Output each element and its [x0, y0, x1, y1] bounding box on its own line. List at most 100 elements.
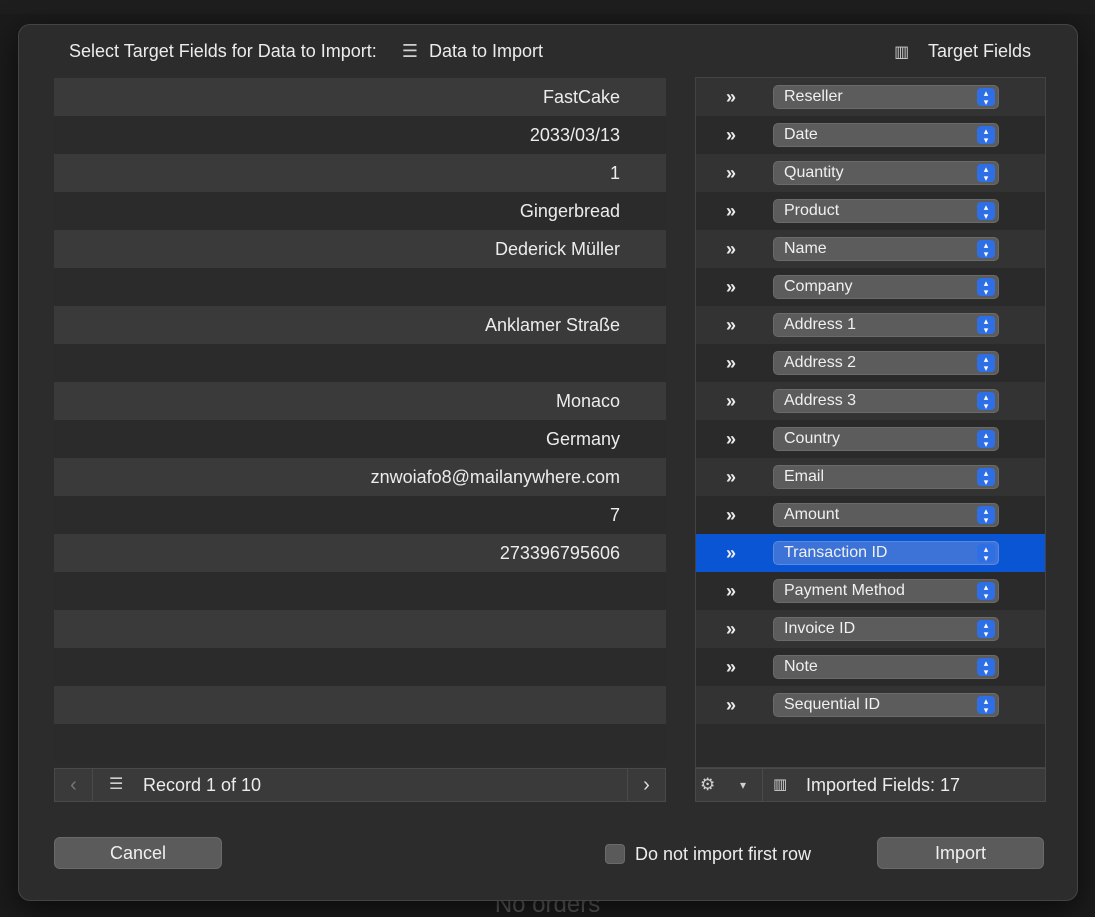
target-field-popup[interactable]: Product ▴ ▾: [773, 199, 999, 223]
import-button[interactable]: Import: [877, 837, 1044, 869]
data-to-import-list[interactable]: FastCake 2033/03/13 1 Gingerbread Dederick M…: [54, 78, 666, 768]
up-down-chevron-icon: ▴ ▾: [977, 430, 995, 449]
double-chevron-right-icon[interactable]: »: [726, 230, 736, 268]
data-row[interactable]: 273396795606: [54, 534, 666, 572]
up-down-chevron-icon: ▴ ▾: [977, 164, 995, 183]
target-row[interactable]: » Product ▴ ▾: [696, 192, 1045, 230]
chevron-left-icon[interactable]: ‹: [55, 769, 93, 801]
target-row[interactable]: » Address 2 ▴ ▾: [696, 344, 1045, 382]
double-chevron-right-icon[interactable]: »: [726, 268, 736, 306]
target-row[interactable]: » Email ▴ ▾: [696, 458, 1045, 496]
target-field-label: Quantity: [784, 164, 844, 181]
list-icon: ☰: [109, 776, 124, 793]
double-chevron-right-icon[interactable]: »: [726, 78, 736, 116]
background-window-strip: [0, 0, 1095, 14]
double-chevron-right-icon[interactable]: »: [726, 116, 736, 154]
target-field-popup[interactable]: Country ▴ ▾: [773, 427, 999, 451]
target-row[interactable]: » Sequential ID ▴ ▾: [696, 686, 1045, 724]
record-navigator: ‹ ☰ Record 1 of 10 ›: [54, 768, 666, 802]
double-chevron-right-icon[interactable]: »: [726, 306, 736, 344]
target-field-label: Transaction ID: [784, 544, 888, 561]
data-row[interactable]: Gingerbread: [54, 192, 666, 230]
double-chevron-right-icon[interactable]: »: [726, 534, 736, 572]
double-chevron-right-icon[interactable]: »: [726, 610, 736, 648]
target-field-popup[interactable]: Address 1 ▴ ▾: [773, 313, 999, 337]
target-row[interactable]: » Amount ▴ ▾: [696, 496, 1045, 534]
data-row[interactable]: [54, 268, 666, 306]
target-field-popup[interactable]: Payment Method ▴ ▾: [773, 579, 999, 603]
target-row[interactable]: » Transaction ID ▴ ▾: [696, 534, 1045, 572]
gear-icon[interactable]: ⚙: [700, 769, 715, 801]
columns-icon: ▥: [894, 44, 910, 61]
header-prompt: Select Target Fields for Data to Import:: [69, 41, 377, 61]
target-row[interactable]: » Country ▴ ▾: [696, 420, 1045, 458]
target-field-popup[interactable]: Address 3 ▴ ▾: [773, 389, 999, 413]
up-down-chevron-icon: ▴ ▾: [977, 468, 995, 487]
target-row[interactable]: » Reseller ▴ ▾: [696, 78, 1045, 116]
data-row[interactable]: [54, 572, 666, 610]
up-down-chevron-icon: ▴ ▾: [977, 658, 995, 677]
data-row[interactable]: [54, 344, 666, 382]
up-down-chevron-icon: ▴ ▾: [977, 88, 995, 107]
double-chevron-right-icon[interactable]: »: [726, 382, 736, 420]
skip-first-row-label[interactable]: Do not import first row: [635, 840, 811, 868]
chevron-down-icon[interactable]: ▾: [740, 769, 746, 801]
columns-icon: ▥: [773, 776, 788, 793]
up-down-chevron-icon: ▴ ▾: [977, 582, 995, 601]
double-chevron-right-icon[interactable]: »: [726, 420, 736, 458]
target-row[interactable]: » Date ▴ ▾: [696, 116, 1045, 154]
double-chevron-right-icon[interactable]: »: [726, 648, 736, 686]
data-row[interactable]: [54, 648, 666, 686]
double-chevron-right-icon[interactable]: »: [726, 192, 736, 230]
up-down-chevron-icon: ▴ ▾: [977, 240, 995, 259]
double-chevron-right-icon[interactable]: »: [726, 344, 736, 382]
target-row[interactable]: » Address 1 ▴ ▾: [696, 306, 1045, 344]
double-chevron-right-icon[interactable]: »: [726, 686, 736, 724]
skip-first-row-checkbox[interactable]: [605, 844, 625, 864]
target-field-popup[interactable]: Email ▴ ▾: [773, 465, 999, 489]
cancel-button[interactable]: Cancel: [54, 837, 222, 869]
double-chevron-right-icon[interactable]: »: [726, 572, 736, 610]
target-fields-list[interactable]: » Reseller ▴ ▾» Date ▴ ▾» Quantity ▴ ▾» Product ▴ ▾»…: [695, 77, 1046, 768]
target-row[interactable]: » Name ▴ ▾: [696, 230, 1045, 268]
data-row[interactable]: Monaco: [54, 382, 666, 420]
data-row[interactable]: [54, 610, 666, 648]
up-down-chevron-icon: ▴ ▾: [977, 354, 995, 373]
chevron-right-icon[interactable]: ›: [627, 769, 665, 801]
target-row[interactable]: » Invoice ID ▴ ▾: [696, 610, 1045, 648]
target-field-popup[interactable]: Reseller ▴ ▾: [773, 85, 999, 109]
target-field-popup[interactable]: Amount ▴ ▾: [773, 503, 999, 527]
double-chevron-right-icon[interactable]: »: [726, 154, 736, 192]
target-field-label: Date: [784, 126, 818, 143]
data-row[interactable]: Dederick Müller: [54, 230, 666, 268]
target-field-label: Name: [784, 240, 827, 257]
target-row[interactable]: » Company ▴ ▾: [696, 268, 1045, 306]
target-field-popup[interactable]: Invoice ID ▴ ▾: [773, 617, 999, 641]
target-field-popup[interactable]: Note ▴ ▾: [773, 655, 999, 679]
data-row[interactable]: znwoiafo8@mailanywhere.com: [54, 458, 666, 496]
data-row[interactable]: 7: [54, 496, 666, 534]
target-field-popup[interactable]: Name ▴ ▾: [773, 237, 999, 261]
up-down-chevron-icon: ▴ ▾: [977, 278, 995, 297]
up-down-chevron-icon: ▴ ▾: [977, 202, 995, 221]
target-field-popup[interactable]: Company ▴ ▾: [773, 275, 999, 299]
target-row[interactable]: » Payment Method ▴ ▾: [696, 572, 1045, 610]
target-row[interactable]: » Quantity ▴ ▾: [696, 154, 1045, 192]
data-row[interactable]: [54, 724, 666, 762]
target-row[interactable]: » Note ▴ ▾: [696, 648, 1045, 686]
data-row[interactable]: Anklamer Straße: [54, 306, 666, 344]
target-field-popup[interactable]: Sequential ID ▴ ▾: [773, 693, 999, 717]
up-down-chevron-icon: ▴ ▾: [977, 544, 995, 563]
target-row[interactable]: » Address 3 ▴ ▾: [696, 382, 1045, 420]
data-row[interactable]: 2033/03/13: [54, 116, 666, 154]
data-row[interactable]: Germany: [54, 420, 666, 458]
target-field-popup[interactable]: Date ▴ ▾: [773, 123, 999, 147]
target-field-popup[interactable]: Transaction ID ▴ ▾: [773, 541, 999, 565]
data-row[interactable]: [54, 686, 666, 724]
target-field-popup[interactable]: Address 2 ▴ ▾: [773, 351, 999, 375]
double-chevron-right-icon[interactable]: »: [726, 458, 736, 496]
data-row[interactable]: FastCake: [54, 78, 666, 116]
double-chevron-right-icon[interactable]: »: [726, 496, 736, 534]
target-field-popup[interactable]: Quantity ▴ ▾: [773, 161, 999, 185]
data-row[interactable]: 1: [54, 154, 666, 192]
